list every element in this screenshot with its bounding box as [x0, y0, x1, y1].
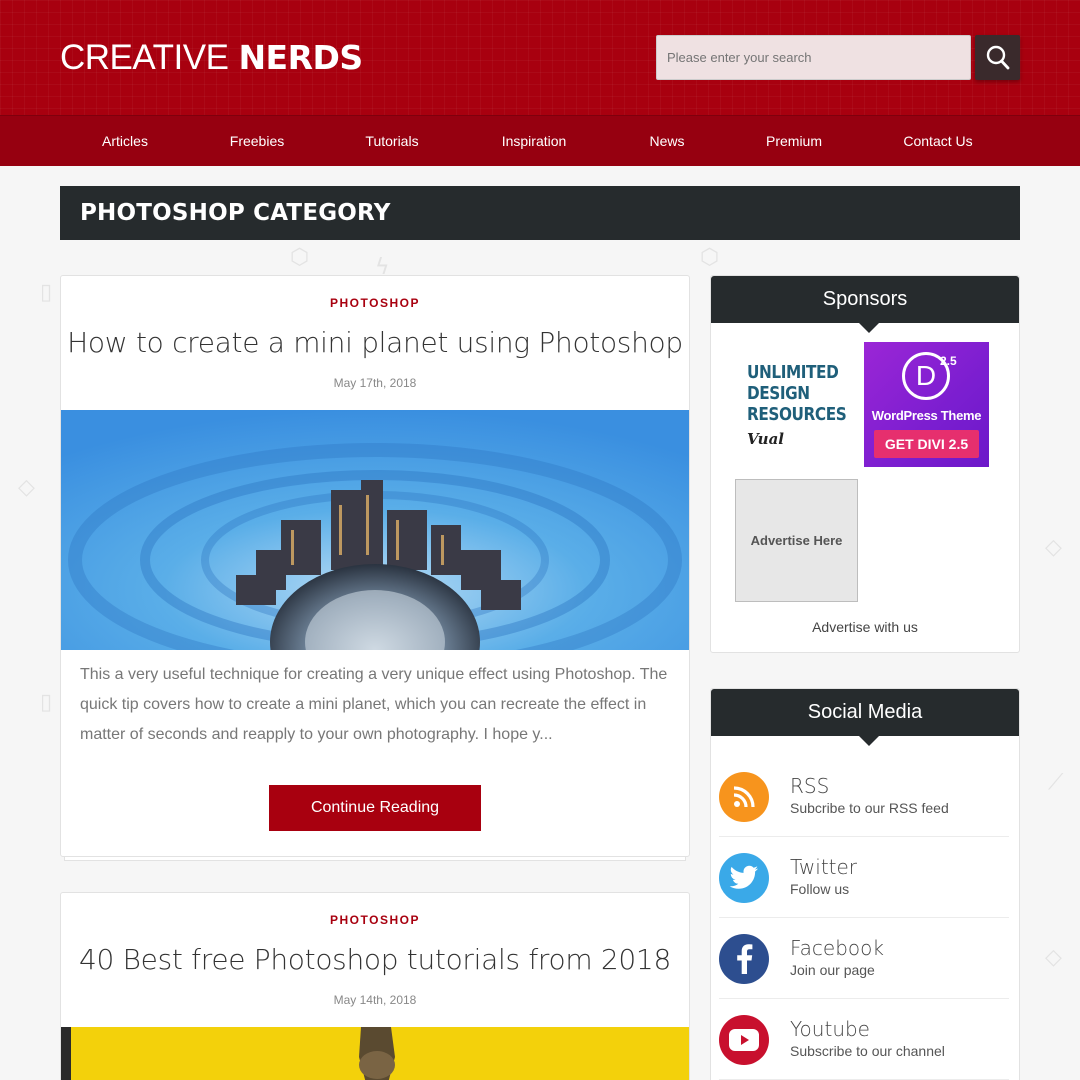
post-title[interactable]: 40 Best free Photoshop tutorials from 20… [61, 943, 689, 976]
sponsors-widget: Sponsors UNLIMITED DESIGN RESOURCES Vual… [710, 275, 1020, 653]
social-name: Facebook [790, 936, 884, 960]
ad-text: DESIGN [747, 383, 810, 404]
nav-item-news[interactable]: News [649, 116, 684, 167]
rss-icon [719, 772, 769, 822]
sponsor-ad-unlimited-design[interactable]: UNLIMITED DESIGN RESOURCES Vual [735, 342, 859, 466]
ad-brand: Vual [747, 430, 785, 448]
site-logo[interactable]: CREATIVE NERDS [60, 38, 363, 78]
ad-text: UNLIMITED [747, 362, 839, 383]
nav-item-contact-us[interactable]: Contact Us [903, 116, 972, 167]
ad-text: RESOURCES [747, 404, 847, 425]
post-thumbnail[interactable] [61, 410, 689, 650]
nav-item-tutorials[interactable]: Tutorials [365, 116, 418, 167]
social-item-youtube[interactable]: Youtube Subscribe to our channel [719, 999, 1009, 1080]
nav-item-premium[interactable]: Premium [766, 116, 822, 167]
social-media-widget: Social Media RSS Subcribe to our RSS fee… [710, 688, 1020, 1080]
post-card: PHOTOSHOP 40 Best free Photoshop tutoria… [60, 892, 690, 1080]
social-subtitle: Subscribe to our channel [790, 1043, 945, 1059]
nav-item-freebies[interactable]: Freebies [230, 116, 284, 167]
main-nav: Articles Freebies Tutorials Inspiration … [0, 115, 1080, 166]
post-title[interactable]: How to create a mini planet using Photos… [61, 326, 689, 359]
social-subtitle: Follow us [790, 881, 850, 897]
post-date: May 17th, 2018 [333, 376, 417, 390]
social-item-rss[interactable]: RSS Subcribe to our RSS feed [719, 756, 1009, 837]
social-item-twitter[interactable]: Twitter Follow us [719, 837, 1009, 918]
ad-version: 2.5 [940, 354, 957, 368]
post-excerpt: This a very useful technique for creatin… [80, 666, 668, 743]
search-input[interactable] [656, 35, 971, 80]
post-category-link[interactable]: PHOTOSHOP [61, 913, 689, 927]
advertise-here-slot[interactable]: Advertise Here [735, 479, 858, 602]
facebook-icon [719, 934, 769, 984]
twitter-icon [719, 853, 769, 903]
social-subtitle: Subcribe to our RSS feed [790, 800, 949, 816]
post-card: PHOTOSHOP How to create a mini planet us… [60, 275, 690, 857]
social-item-facebook[interactable]: Facebook Join our page [719, 918, 1009, 999]
post-thumbnail[interactable] [61, 1027, 689, 1080]
post-date: May 14th, 2018 [333, 993, 417, 1007]
advertise-with-us-link[interactable]: Advertise with us [711, 619, 1019, 635]
social-name: Youtube [790, 1017, 870, 1041]
ad-product: WordPress Theme [871, 408, 982, 423]
search-icon [986, 45, 1009, 69]
social-subtitle: Join our page [790, 962, 875, 978]
youtube-icon [719, 1015, 769, 1065]
sponsor-ad-divi[interactable]: D 2.5 WordPress Theme GET DIVI 2.5 [864, 342, 989, 467]
logo-light-text: CREATIVE [60, 38, 229, 77]
page-title: PHOTOSHOP CATEGORY [60, 186, 1020, 240]
site-header: CREATIVE NERDS [0, 0, 1080, 115]
ad-cta: GET DIVI 2.5 [874, 430, 979, 458]
sponsors-heading: Sponsors [711, 276, 1019, 323]
nav-item-inspiration[interactable]: Inspiration [502, 116, 567, 167]
continue-reading-button[interactable]: Continue Reading [269, 785, 481, 831]
search-button[interactable] [975, 35, 1020, 80]
social-name: RSS [790, 774, 830, 798]
nav-item-articles[interactable]: Articles [102, 116, 148, 167]
social-name: Twitter [790, 855, 858, 879]
social-heading: Social Media [711, 689, 1019, 736]
logo-bold-text: NERDS [238, 38, 363, 77]
post-category-link[interactable]: PHOTOSHOP [61, 296, 689, 310]
